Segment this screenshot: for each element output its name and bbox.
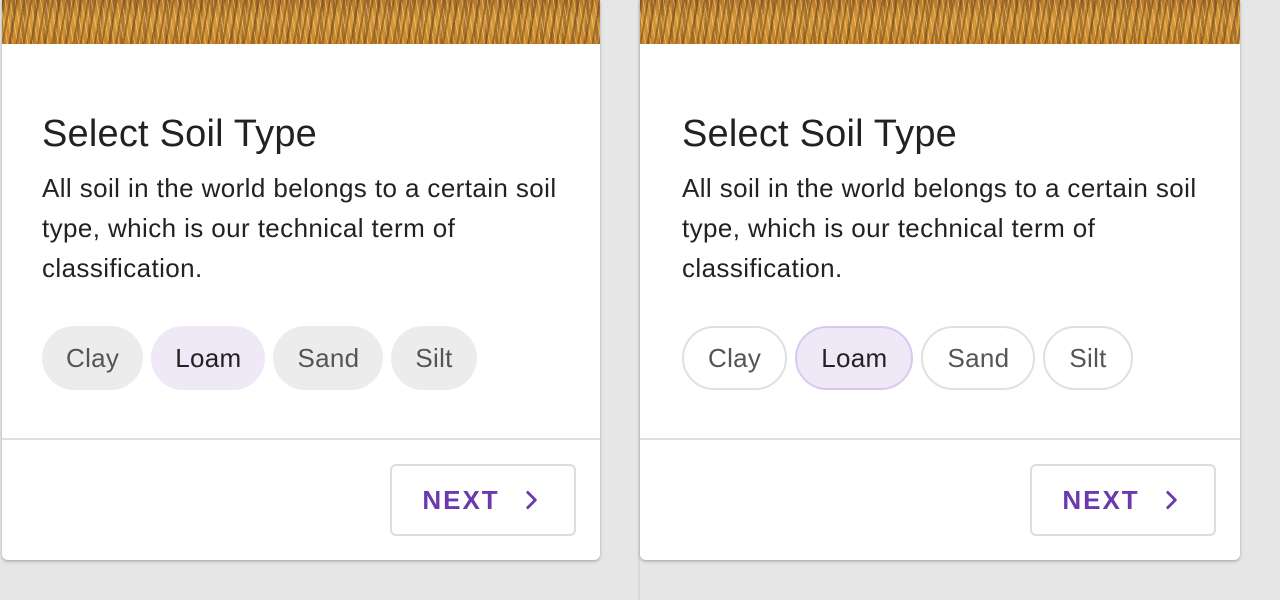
soil-card-outlined-chips: Select Soil Type All soil in the world b… — [640, 0, 1240, 560]
next-button-label: NEXT — [422, 484, 500, 515]
chip-clay[interactable]: Clay — [682, 326, 788, 390]
chip-clay[interactable]: Clay — [42, 326, 144, 390]
next-button[interactable]: NEXT — [390, 464, 576, 536]
card-description: All soil in the world belongs to a certa… — [682, 173, 1197, 283]
next-button[interactable]: NEXT — [1030, 464, 1216, 536]
card-title: Select Soil Type — [682, 113, 957, 155]
card-footer-divider — [2, 438, 600, 440]
chevron-right-icon — [1166, 491, 1177, 509]
wheat-hero-image — [640, 0, 1240, 44]
chip-sand[interactable]: Sand — [273, 326, 384, 390]
chip-silt[interactable]: Silt — [1043, 326, 1133, 390]
card-footer-divider — [640, 438, 1240, 440]
next-button-label: NEXT — [1062, 484, 1140, 515]
soil-card-filled-chips: Select Soil Type All soil in the world b… — [2, 0, 600, 560]
chip-loam[interactable]: Loam — [151, 326, 266, 390]
page: Select Soil Type All soil in the world b… — [0, 0, 1280, 600]
card-content: Select Soil Type All soil in the world b… — [682, 108, 1200, 288]
card-description: All soil in the world belongs to a certa… — [42, 173, 557, 283]
card-content: Select Soil Type All soil in the world b… — [42, 108, 560, 288]
chip-loam[interactable]: Loam — [795, 326, 914, 390]
card-title: Select Soil Type — [42, 113, 317, 155]
chip-sand[interactable]: Sand — [921, 326, 1036, 390]
chevron-right-icon — [526, 491, 537, 509]
soil-type-chip-group: Clay Loam Sand Silt — [42, 326, 477, 390]
wheat-hero-image — [2, 0, 600, 44]
chip-silt[interactable]: Silt — [391, 326, 477, 390]
soil-type-chip-group: Clay Loam Sand Silt — [682, 326, 1133, 390]
